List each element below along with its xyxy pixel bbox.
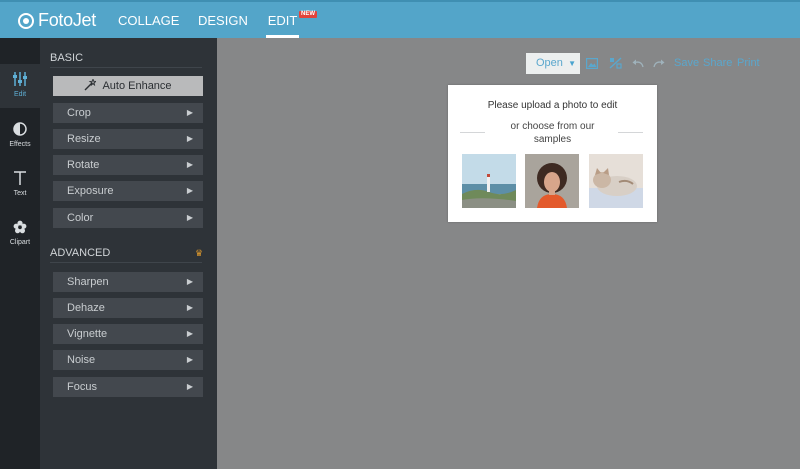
menu-label: Crop: [67, 107, 91, 119]
logo-mark-icon: [18, 12, 34, 29]
undo-icon[interactable]: [631, 56, 645, 70]
rail-item-effects[interactable]: Effects: [0, 114, 40, 158]
crown-icon: ♛: [195, 248, 204, 258]
menu-label: Exposure: [67, 185, 114, 197]
rail-item-text[interactable]: Text: [0, 163, 40, 207]
flower-icon: [0, 218, 40, 236]
rail-label-effects: Effects: [9, 141, 31, 148]
menu-item-rotate[interactable]: Rotate ▶: [53, 155, 203, 175]
menu-label: Rotate: [67, 159, 100, 171]
menu-item-vignette[interactable]: Vignette ▶: [53, 324, 203, 344]
play-arrow-icon: ▶: [186, 277, 193, 286]
fotojet-logo[interactable]: FotoJet: [18, 10, 96, 31]
upload-dialog: Please upload a photo to edit or choose …: [448, 85, 657, 222]
menu-item-color[interactable]: Color ▶: [53, 208, 203, 228]
tab-collage[interactable]: COLLAGE: [118, 2, 179, 38]
menu-item-noise[interactable]: Noise ▶: [53, 350, 203, 370]
image-icon[interactable]: [585, 56, 599, 70]
sliders-icon: [0, 70, 40, 88]
redo-icon[interactable]: [652, 56, 666, 70]
section-title-advanced: ADVANCED: [50, 247, 111, 259]
play-arrow-icon: ▶: [186, 108, 193, 117]
play-arrow-icon: ▶: [186, 382, 193, 391]
divider: [50, 67, 202, 68]
rail-label-clipart: Clipart: [9, 239, 31, 246]
menu-item-sharpen[interactable]: Sharpen ▶: [53, 272, 203, 292]
tab-edit-label: EDIT: [267, 13, 298, 28]
menu-label: Dehaze: [67, 302, 105, 314]
tool-rail: Edit Effects Text Clipart: [0, 38, 40, 469]
menu-label: Vignette: [67, 328, 108, 340]
sample-photo-woman[interactable]: [525, 154, 579, 208]
brand-name: FotoJet: [38, 10, 96, 30]
divider: [50, 262, 202, 263]
save-button[interactable]: Save: [674, 57, 699, 69]
menu-item-focus[interactable]: Focus ▶: [53, 377, 203, 397]
dialog-subtitle: or choose from our samples: [510, 121, 595, 145]
auto-enhance-button[interactable]: Auto Enhance: [53, 76, 203, 96]
edit-panel: BASIC Auto Enhance Crop ▶ Resize ▶ Rotate ▶…: [40, 38, 217, 469]
top-bar: FotoJet COLLAGE DESIGN EDIT NEW: [0, 0, 800, 38]
sample-photo-cat[interactable]: [589, 154, 643, 208]
sample-photo-lighthouse[interactable]: [462, 154, 516, 208]
tab-design[interactable]: DESIGN: [198, 2, 248, 38]
auto-enhance-label: Auto Enhance: [102, 80, 172, 92]
rail-item-edit[interactable]: Edit: [0, 64, 40, 108]
menu-item-resize[interactable]: Resize ▶: [53, 129, 203, 149]
play-arrow-icon: ▶: [186, 303, 193, 312]
menu-label: Focus: [67, 381, 97, 393]
contrast-circle-icon: [0, 120, 40, 138]
menu-label: Noise: [67, 354, 96, 366]
share-button[interactable]: Share: [703, 57, 732, 69]
divider: [460, 132, 485, 133]
rail-label-text: Text: [13, 190, 27, 197]
new-badge: NEW: [299, 11, 317, 18]
tab-edit[interactable]: EDIT: [266, 2, 299, 38]
print-button[interactable]: Print: [737, 57, 760, 69]
play-arrow-icon: ▶: [186, 213, 193, 222]
rail-label-edit: Edit: [13, 91, 27, 98]
play-arrow-icon: ▶: [186, 186, 193, 195]
divider: [618, 132, 643, 133]
play-arrow-icon: ▶: [186, 160, 193, 169]
menu-label: Resize: [67, 133, 101, 145]
text-t-icon: [0, 169, 40, 187]
compare-icon[interactable]: [608, 56, 622, 70]
menu-label: Color: [67, 212, 94, 224]
magic-wand-icon: [84, 76, 98, 94]
menu-item-dehaze[interactable]: Dehaze ▶: [53, 298, 203, 318]
menu-label: Sharpen: [67, 276, 109, 288]
play-arrow-icon: ▶: [186, 355, 193, 364]
section-title-basic: BASIC: [50, 52, 84, 64]
chevron-down-icon: ▼: [568, 59, 576, 68]
open-button[interactable]: Open ▼: [526, 53, 580, 74]
menu-item-exposure[interactable]: Exposure ▶: [53, 181, 203, 201]
menu-item-crop[interactable]: Crop ▶: [53, 103, 203, 123]
rail-item-clipart[interactable]: Clipart: [0, 212, 40, 256]
play-arrow-icon: ▶: [186, 134, 193, 143]
play-arrow-icon: ▶: [186, 329, 193, 338]
dialog-title: Please upload a photo to edit: [487, 100, 618, 111]
